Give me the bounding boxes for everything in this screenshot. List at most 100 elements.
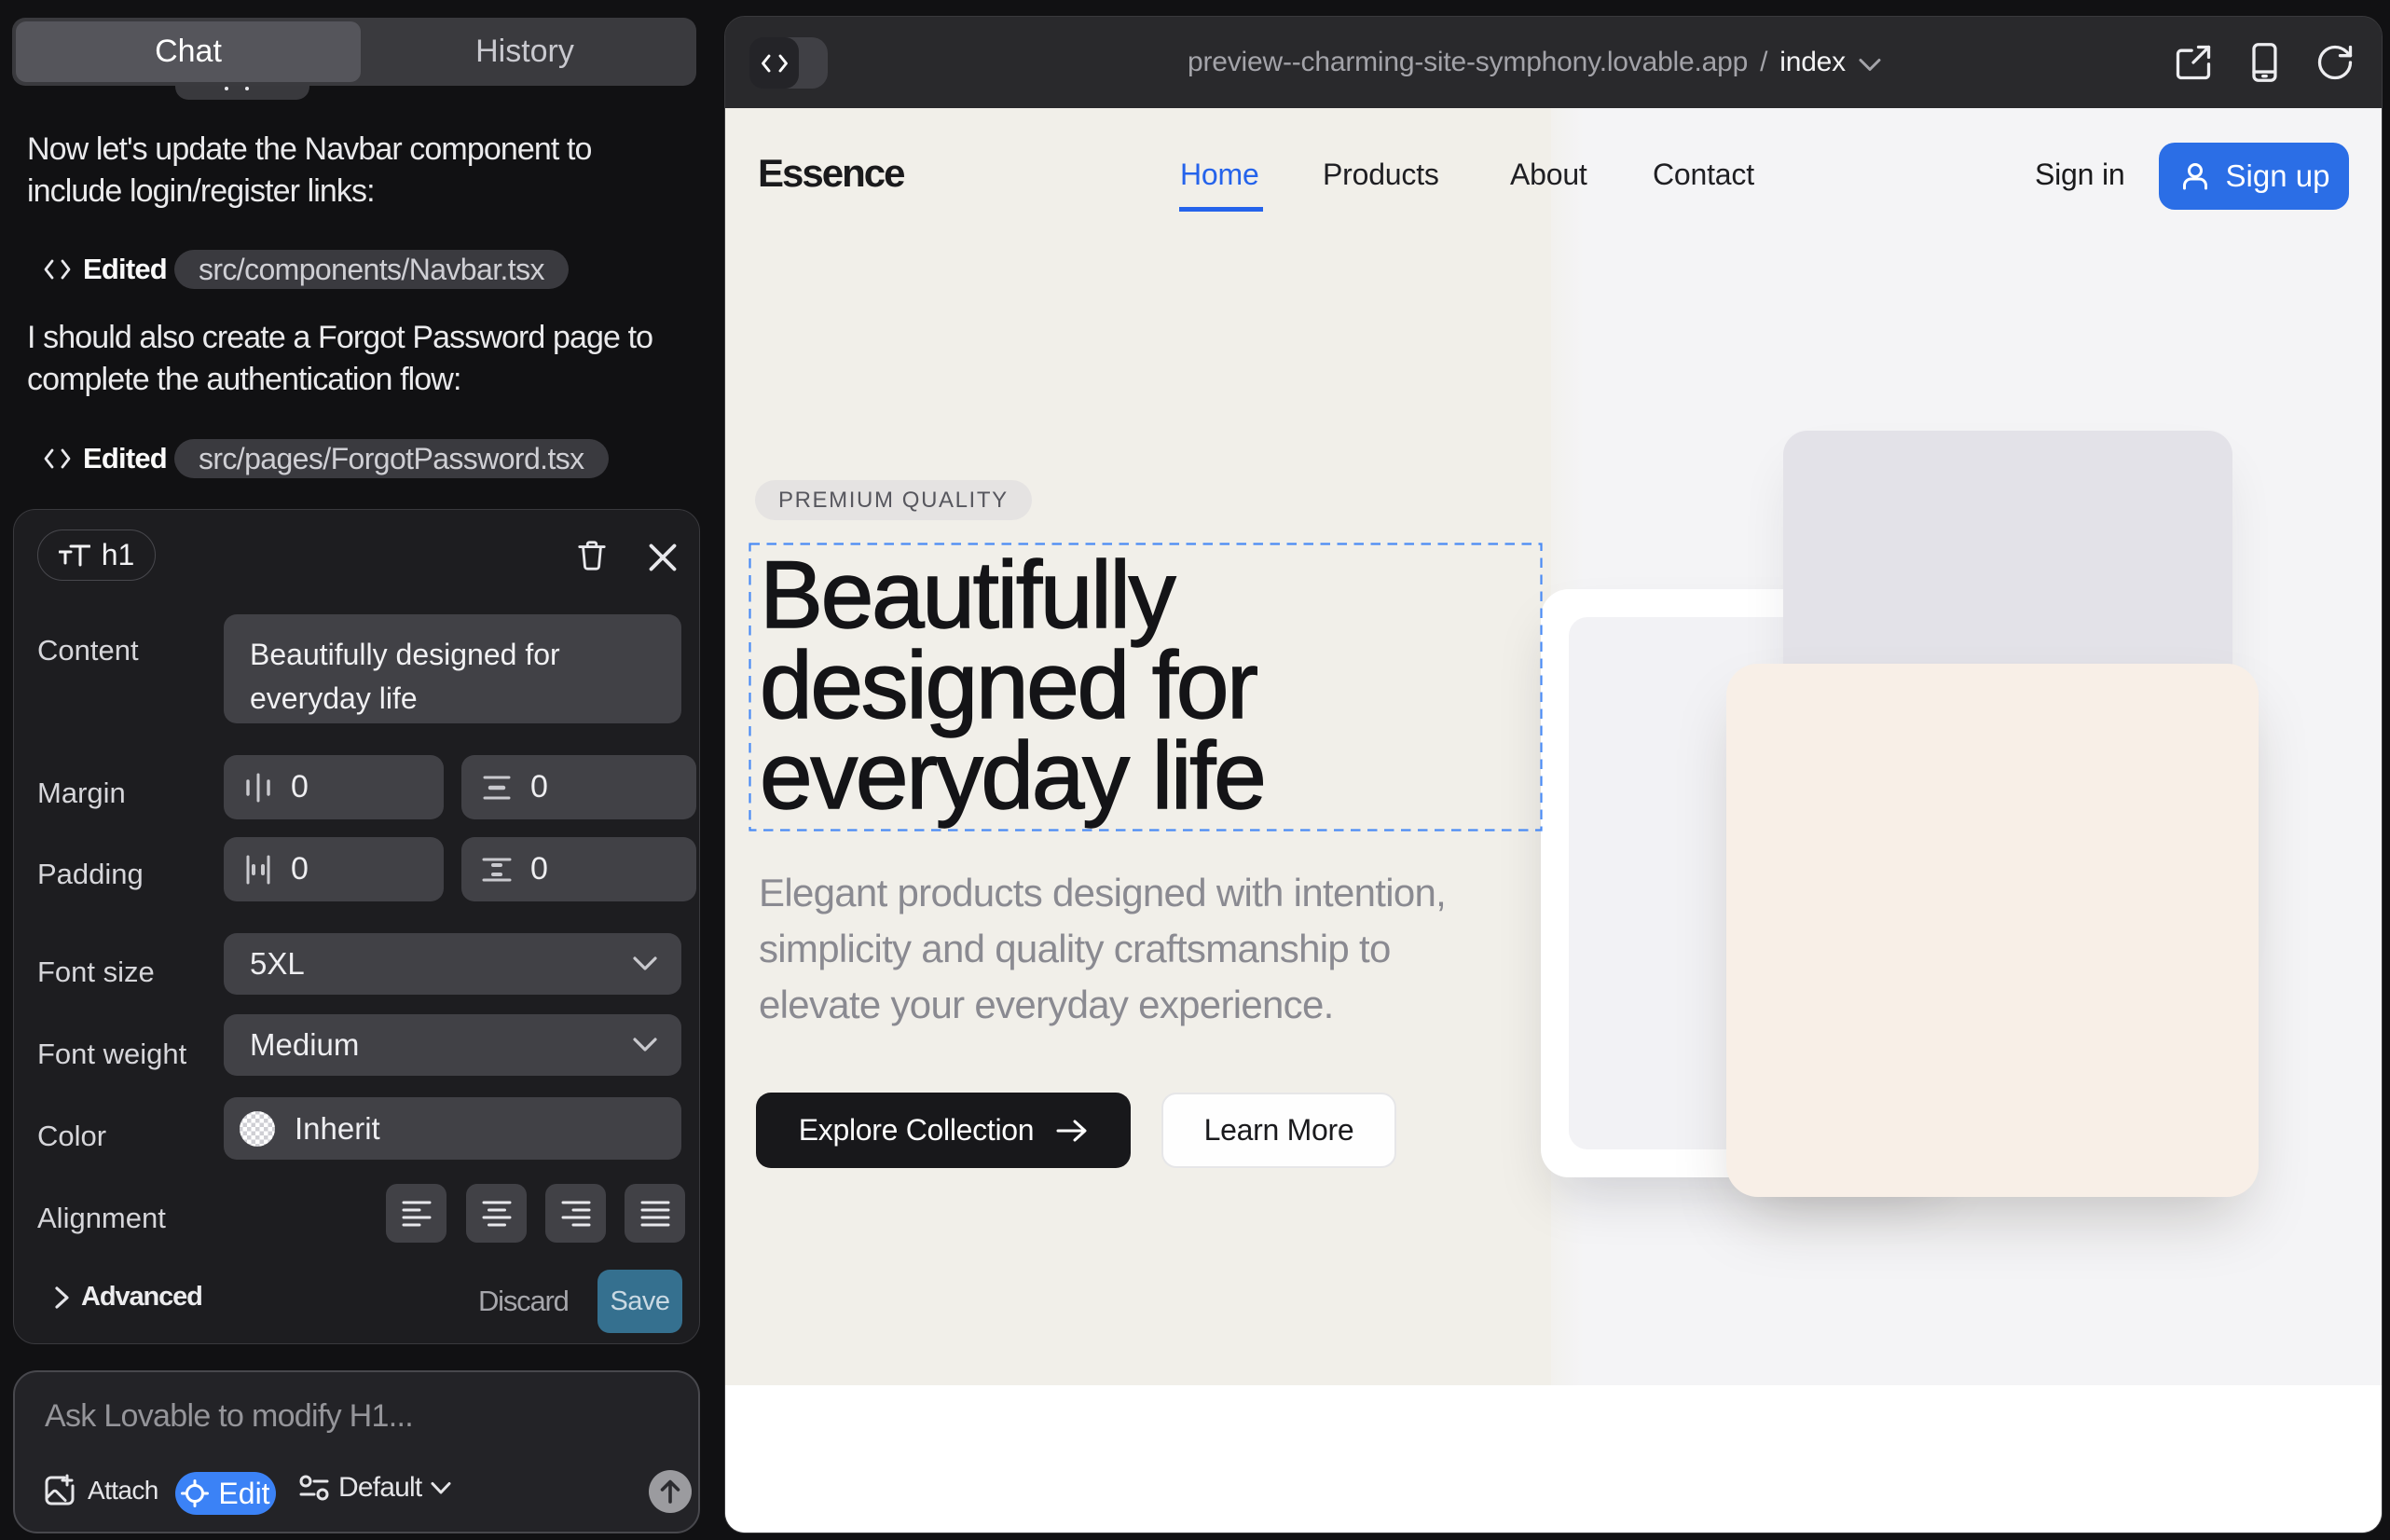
chat-composer[interactable]: Ask Lovable to modify H1... Attach Edit [13,1370,700,1533]
margin-label: Margin [37,777,126,810]
align-left-button[interactable] [386,1184,446,1243]
edited-file-badge[interactable]: src/pages/ForgotPassword.tsx [174,439,609,478]
close-icon[interactable] [647,542,679,573]
delete-icon[interactable] [576,540,608,571]
mode-select[interactable]: Default [298,1472,452,1504]
mode-select-label: Default [338,1472,421,1504]
nav-link-about[interactable]: About [1510,158,1587,192]
font-size-value: 5XL [250,946,305,982]
edit-mode-label: Edit [218,1477,269,1511]
attach-label: Attach [88,1476,158,1506]
chat-sidebar: Chat History Now let's update the Navbar… [0,0,708,1540]
badge-dot [225,87,228,90]
chat-message-line: Now let's update the Navbar component to [27,129,592,171]
align-justify-button[interactable] [625,1184,685,1243]
margin-x-input[interactable]: 0 [224,755,444,819]
margin-y-value: 0 [530,769,548,805]
send-button[interactable] [649,1470,692,1513]
composer-placeholder: Ask Lovable to modify H1... [45,1398,413,1435]
attach-button[interactable]: Attach [43,1474,158,1507]
hero-badge: PREMIUM QUALITY [755,480,1032,520]
font-size-select[interactable]: 5XL [224,933,681,995]
chat-message-line: complete the authentication flow: [27,359,461,401]
open-external-icon[interactable] [2173,42,2214,83]
color-input[interactable]: Inherit [224,1097,681,1160]
user-icon [2178,159,2212,193]
type-icon [59,543,90,569]
align-center-icon [482,1200,512,1228]
padding-x-value: 0 [291,851,309,887]
advanced-toggle[interactable]: Advanced [81,1282,202,1313]
explore-collection-button[interactable]: Explore Collection [756,1093,1131,1168]
nav-home-underline [1179,207,1263,212]
align-right-button[interactable] [545,1184,606,1243]
tab-history-label: History [475,34,574,70]
padding-horizontal-icon [244,855,272,885]
tab-history[interactable]: History [357,21,693,82]
signin-link[interactable]: Sign in [2035,158,2124,192]
preview-pane: preview--charming-site-symphony.lovable.… [724,16,2383,1533]
preview-topbar: preview--charming-site-symphony.lovable.… [725,17,2382,108]
signup-label: Sign up [2226,158,2330,194]
padding-x-input[interactable]: 0 [224,837,444,901]
settings-icon [298,1473,330,1503]
signup-button[interactable]: Sign up [2159,143,2349,210]
save-button-label: Save [610,1286,669,1317]
alignment-label: Alignment [37,1202,166,1235]
content-textarea[interactable]: Beautifully designed for everyday life [224,614,681,723]
element-editor-panel: h1 Content Beautifully designed for ever… [13,509,700,1344]
color-label: Color [37,1120,106,1153]
url-page: index [1779,47,1846,78]
tab-chat[interactable]: Chat [16,21,361,82]
learn-more-button[interactable]: Learn More [1161,1093,1396,1168]
font-weight-value: Medium [250,1027,359,1063]
url-separator: / [1760,47,1767,78]
discard-button[interactable]: Discard [478,1285,569,1318]
chevron-down-icon [430,1481,452,1495]
element-tag-label: h1 [102,538,135,572]
element-tag-chip: h1 [37,529,156,581]
margin-horizontal-icon [244,773,272,803]
edited-file-badge[interactable]: src/components/Navbar.tsx [174,250,569,289]
site-logo[interactable]: Essence [758,151,903,196]
margin-x-value: 0 [291,769,309,805]
nav-link-products[interactable]: Products [1323,158,1439,192]
edited-file-row: Edited src/components/Navbar.tsx [43,250,569,289]
nav-link-home[interactable]: Home [1180,158,1259,192]
code-icon [43,255,72,283]
padding-y-value: 0 [530,851,548,887]
hero-heading[interactable]: Beautifully designed for everyday life [760,550,1264,821]
align-center-button[interactable] [466,1184,527,1243]
align-right-icon [561,1200,591,1228]
mobile-view-icon[interactable] [2244,42,2285,83]
arrow-up-icon [658,1478,682,1505]
crosshair-icon [181,1479,209,1507]
font-weight-label: Font weight [37,1038,186,1071]
preview-url[interactable]: preview--charming-site-symphony.lovable.… [725,17,2382,108]
url-domain: preview--charming-site-symphony.lovable.… [1188,47,1748,78]
save-button[interactable]: Save [598,1270,682,1333]
arrow-right-icon [1056,1119,1088,1143]
explore-label: Explore Collection [799,1113,1035,1148]
hero-paragraph: Elegant products designed with intention… [759,865,1446,1033]
margin-y-input[interactable]: 0 [461,755,696,819]
padding-y-input[interactable]: 0 [461,837,696,901]
site-navbar: Essence Home Products About Contact Sign… [725,108,2382,267]
edit-mode-toggle[interactable]: Edit [175,1472,276,1515]
align-justify-icon [640,1200,670,1228]
padding-vertical-icon [482,856,512,884]
align-left-icon [402,1200,432,1228]
chat-message-line: I should also create a Forgot Password p… [27,317,652,359]
font-size-label: Font size [37,956,155,989]
scrolled-badge-fragment [175,86,309,100]
refresh-icon[interactable] [2314,42,2356,83]
edited-label: Edited [83,442,167,475]
edited-label: Edited [83,253,167,286]
nav-link-contact[interactable]: Contact [1653,158,1754,192]
padding-label: Padding [37,858,144,891]
content-value: Beautifully designed for everyday life [250,638,560,715]
font-weight-select[interactable]: Medium [224,1014,681,1076]
learn-more-label: Learn More [1204,1113,1354,1148]
transparent-swatch-icon [239,1110,276,1148]
composer-toolbar: Attach Edit Default [15,1472,698,1519]
